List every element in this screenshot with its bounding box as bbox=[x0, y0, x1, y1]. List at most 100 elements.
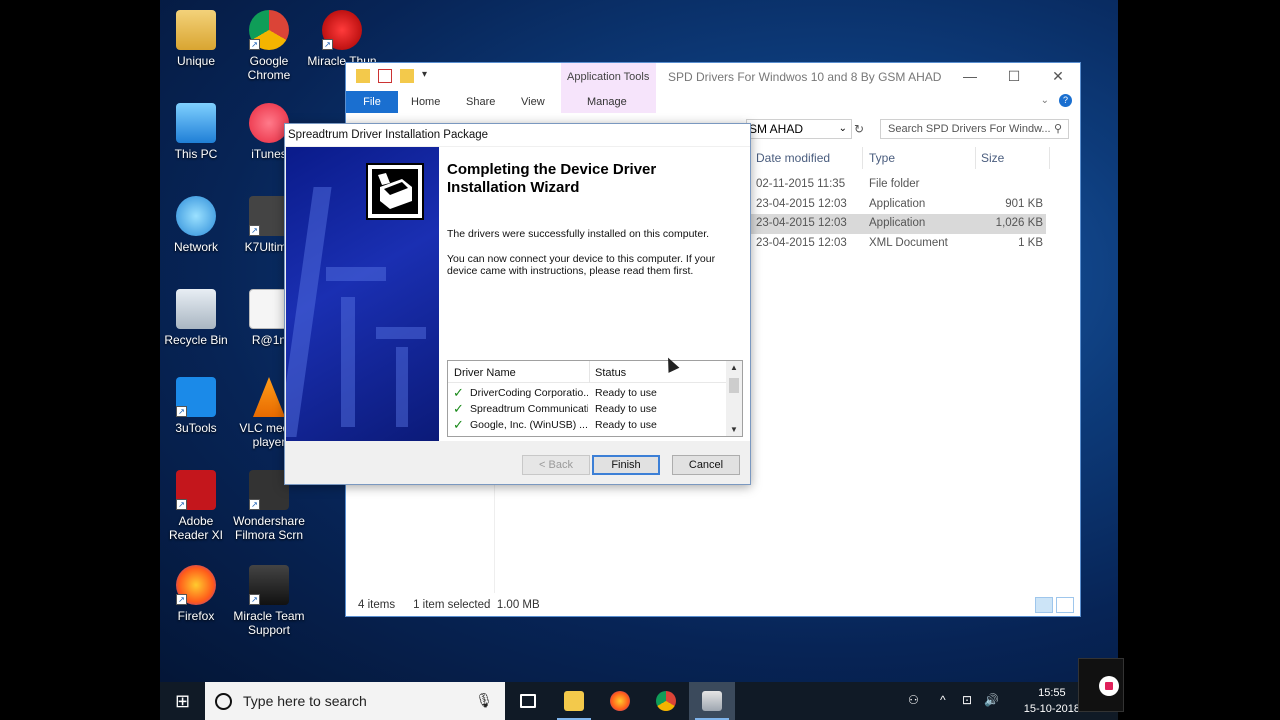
application-tools-label: Application Tools bbox=[567, 71, 650, 83]
row-type: Application bbox=[869, 217, 926, 230]
chevron-down-icon[interactable]: ▾ bbox=[422, 69, 436, 83]
table-row-selected[interactable]: 23-04-2015 12:03 Application 1,026 KB bbox=[746, 214, 1046, 234]
tab-view[interactable]: View bbox=[521, 96, 545, 108]
column-status[interactable]: Status bbox=[595, 367, 626, 379]
firefox-icon: ↗ bbox=[176, 565, 216, 605]
minimize-icon[interactable]: — bbox=[948, 63, 992, 89]
network-globe-icon bbox=[176, 196, 216, 236]
new-folder-icon[interactable] bbox=[400, 69, 414, 83]
desktop-icon-miracle-thunder[interactable]: ↗ Miracle Thun bbox=[306, 10, 378, 68]
desktop-icon-adobe-reader[interactable]: ↗ Adobe Reader XI bbox=[160, 470, 232, 542]
driver-status: Ready to use bbox=[595, 387, 657, 399]
tab-home[interactable]: Home bbox=[411, 96, 440, 108]
installer-logo-inner bbox=[372, 169, 418, 214]
letterbox-left bbox=[0, 0, 160, 720]
installer-icon bbox=[702, 691, 722, 711]
finish-button[interactable]: Finish bbox=[592, 455, 660, 475]
details-view-icon[interactable] bbox=[1035, 597, 1053, 613]
desktop-icon-google-chrome[interactable]: ↗ Google Chrome bbox=[233, 10, 305, 82]
chevron-up-icon[interactable]: ^ bbox=[940, 693, 946, 707]
microphone-icon[interactable]: 🎙 bbox=[475, 692, 493, 709]
network-icon[interactable]: ⊡ bbox=[962, 693, 972, 707]
search-input[interactable]: Search SPD Drivers For Windw... ⚲ bbox=[880, 119, 1069, 139]
cancel-button[interactable]: Cancel bbox=[672, 455, 740, 475]
refresh-icon[interactable]: ↻ bbox=[854, 122, 864, 136]
column-separator[interactable] bbox=[589, 361, 590, 383]
text-file-icon bbox=[249, 289, 289, 329]
row-type: Application bbox=[869, 197, 926, 210]
scroll-down-icon[interactable]: ▼ bbox=[730, 425, 738, 434]
chrome-icon bbox=[656, 691, 676, 711]
tab-file[interactable]: File bbox=[346, 91, 398, 113]
list-item[interactable]: ✓ Spreadtrum Communicati... Ready to use bbox=[448, 401, 726, 417]
close-icon[interactable]: ✕ bbox=[1036, 63, 1080, 89]
desktop-icon-unique[interactable]: Unique bbox=[160, 10, 232, 68]
tab-share[interactable]: Share bbox=[466, 96, 495, 108]
expand-ribbon-icon[interactable]: ⌄ bbox=[1041, 95, 1049, 106]
vertical-scrollbar[interactable]: ▲ ▼ bbox=[726, 361, 742, 436]
checkmark-icon: ✓ bbox=[453, 385, 464, 400]
address-bar[interactable]: SM AHAD ⌄ bbox=[746, 119, 852, 139]
list-item[interactable]: ✓ DriverCoding Corporatio... Ready to us… bbox=[448, 385, 726, 401]
taskbar-search-box[interactable]: Type here to search 🎙 bbox=[205, 682, 505, 720]
cortana-icon[interactable] bbox=[215, 693, 232, 710]
scroll-up-icon[interactable]: ▲ bbox=[730, 363, 738, 372]
desktop-icon-label: Unique bbox=[176, 54, 216, 68]
desktop-icon-network[interactable]: Network bbox=[160, 196, 232, 254]
volume-icon[interactable]: 🔊 bbox=[984, 693, 999, 707]
wizard-heading: Completing the Device Driver Installatio… bbox=[447, 161, 657, 196]
table-row[interactable]: 23-04-2015 12:03 Application 901 KB bbox=[746, 195, 1046, 215]
desktop-icon-firefox[interactable]: ↗ Firefox bbox=[160, 565, 232, 623]
selection-count: 1 item selected bbox=[413, 599, 491, 611]
properties-icon[interactable] bbox=[378, 69, 392, 83]
ribbon-tabs: File Home Share View bbox=[346, 91, 1080, 113]
filmora-scrn-icon: ↗ bbox=[249, 470, 289, 510]
maximize-icon[interactable]: ☐ bbox=[992, 63, 1036, 89]
checkmark-icon: ✓ bbox=[453, 401, 464, 416]
column-separator[interactable] bbox=[1049, 147, 1050, 169]
large-icons-view-icon[interactable] bbox=[1056, 597, 1074, 613]
installer-logo-icon bbox=[366, 163, 424, 220]
column-size[interactable]: Size bbox=[981, 151, 1004, 165]
shortcut-arrow-icon: ↗ bbox=[176, 594, 187, 605]
desktop-icon-this-pc[interactable]: This PC bbox=[160, 103, 232, 161]
screen-recorder-widget[interactable] bbox=[1078, 658, 1124, 712]
driver-name: Spreadtrum Communicati... bbox=[470, 403, 588, 415]
taskbar-chrome[interactable] bbox=[643, 682, 689, 720]
checkmark-icon: ✓ bbox=[453, 417, 464, 432]
navigation-pane-divider[interactable] bbox=[494, 483, 495, 593]
desktop-icon-label: 3uTools bbox=[175, 421, 217, 435]
desktop-icon-3utools[interactable]: ↗ 3uTools bbox=[160, 377, 232, 435]
firefox-icon bbox=[610, 691, 630, 711]
row-size: 1,026 KB bbox=[995, 217, 1043, 230]
desktop-icon-recycle-bin[interactable]: Recycle Bin bbox=[160, 289, 232, 347]
help-icon[interactable]: ? bbox=[1059, 94, 1072, 107]
desktop-icon-miracle-team-support[interactable]: ↗ Miracle Team Support bbox=[233, 565, 305, 637]
task-view-icon[interactable] bbox=[505, 682, 551, 720]
folder-icon bbox=[564, 691, 584, 711]
taskbar-firefox[interactable] bbox=[597, 682, 643, 720]
column-separator[interactable] bbox=[975, 147, 976, 169]
chevron-down-icon[interactable]: ⌄ bbox=[839, 120, 847, 138]
driver-list[interactable]: Driver Name Status ✓ DriverCoding Corpor… bbox=[447, 360, 743, 437]
back-button[interactable]: < Back bbox=[522, 455, 590, 475]
column-date-modified[interactable]: Date modified bbox=[756, 151, 830, 165]
desktop-icon-label: This PC bbox=[174, 147, 218, 161]
windows-start-icon[interactable]: ⊞ bbox=[160, 682, 205, 720]
list-item[interactable]: ✓ Google, Inc. (WinUSB) ... Ready to use bbox=[448, 417, 726, 433]
column-driver-name[interactable]: Driver Name bbox=[454, 367, 516, 379]
taskbar-file-explorer[interactable] bbox=[551, 682, 597, 720]
search-icon: ⚲ bbox=[1053, 123, 1062, 135]
taskbar-driver-installer[interactable] bbox=[689, 682, 735, 720]
people-icon[interactable]: ⚇ bbox=[908, 693, 919, 707]
scroll-thumb[interactable] bbox=[729, 378, 739, 393]
window-title: SPD Drivers For Windwos 10 and 8 By GSM … bbox=[668, 70, 942, 84]
folder-icon[interactable] bbox=[356, 69, 370, 83]
adobe-reader-icon: ↗ bbox=[176, 470, 216, 510]
table-row[interactable]: 23-04-2015 12:03 XML Document 1 KB bbox=[746, 234, 1046, 254]
clock[interactable]: 15:55 15-10-2018 bbox=[1024, 685, 1080, 717]
table-row[interactable]: 02-11-2015 11:35 File folder bbox=[746, 175, 1046, 195]
column-type[interactable]: Type bbox=[869, 151, 895, 165]
column-separator[interactable] bbox=[862, 147, 863, 169]
selection-size: 1.00 MB bbox=[496, 599, 540, 611]
